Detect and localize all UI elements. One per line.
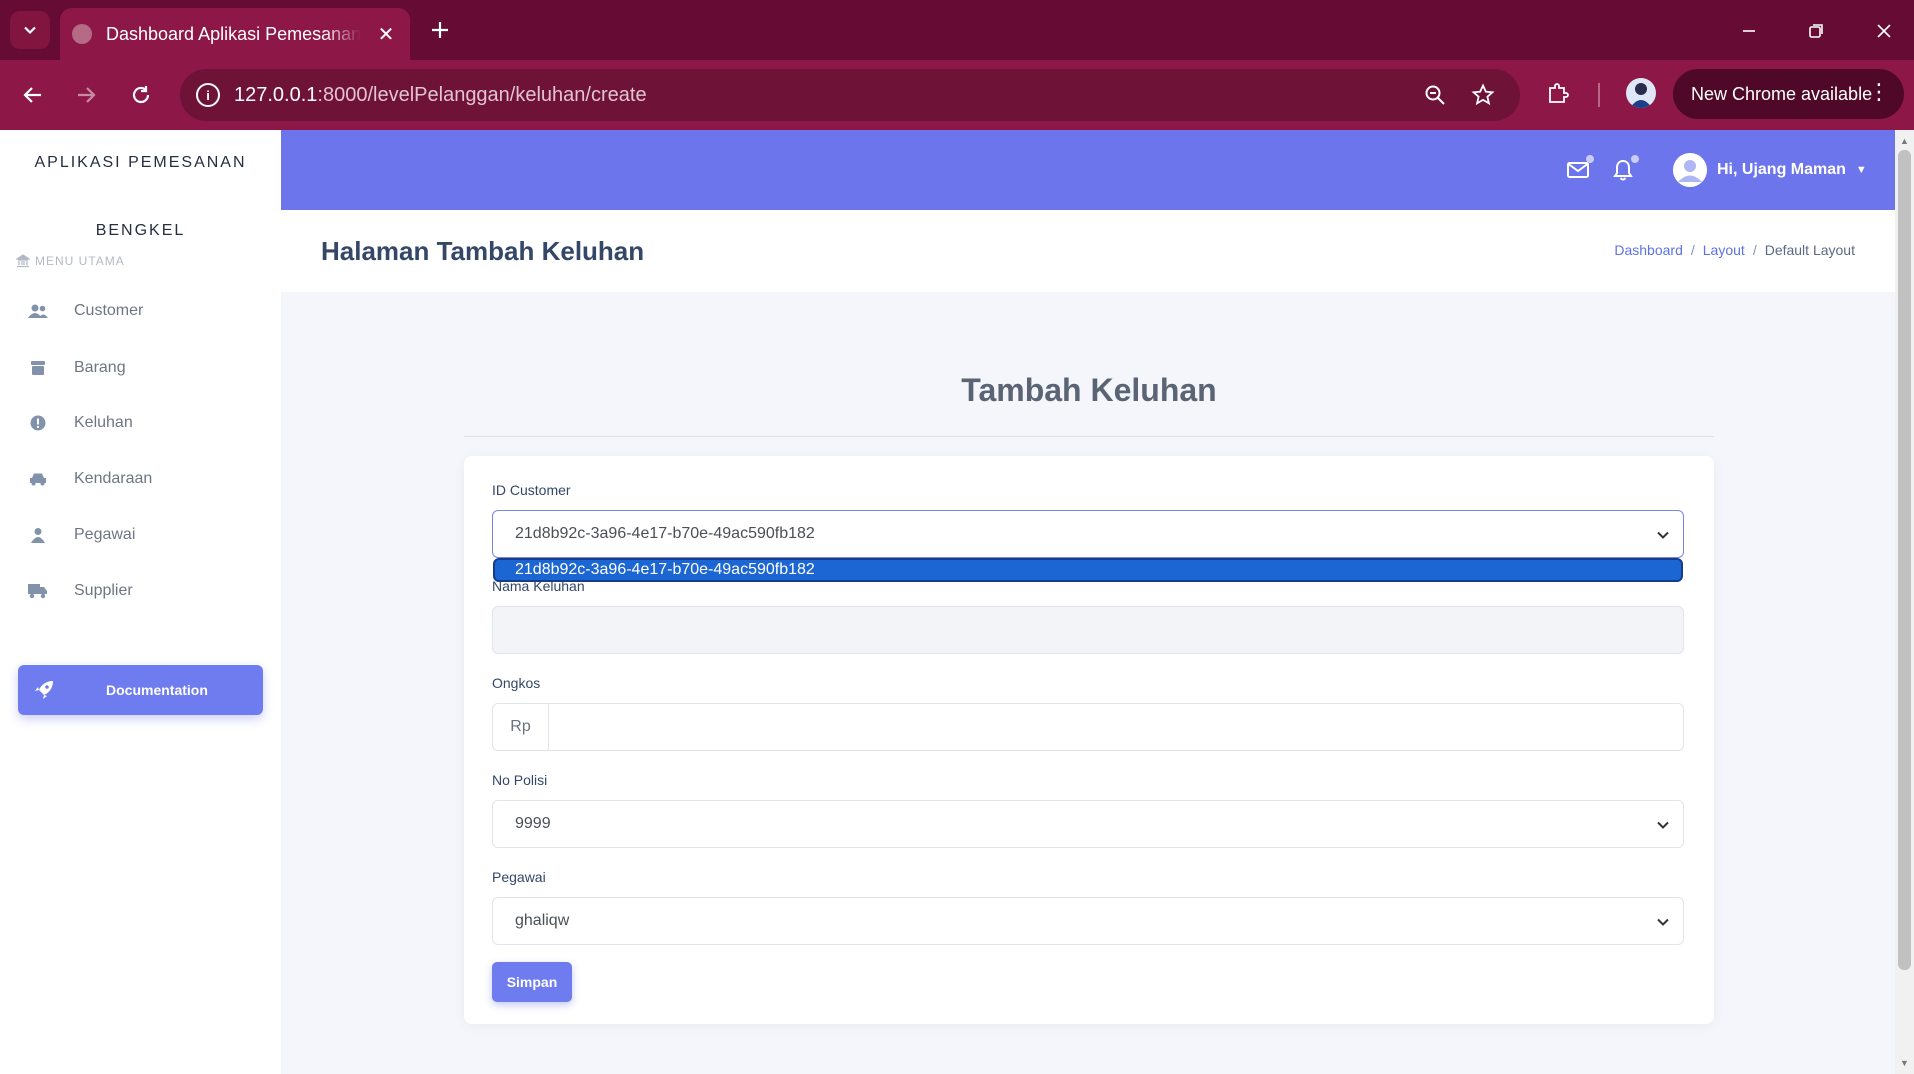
breadcrumb-dashboard[interactable]: Dashboard xyxy=(1614,242,1683,258)
url-path: :8000/levelPelanggan/keluhan/create xyxy=(317,83,647,106)
form-heading: Tambah Keluhan xyxy=(961,372,1217,408)
sidebar-item-customer[interactable]: Customer xyxy=(0,291,281,331)
form-card: ID Customer 21d8b92c-3a96-4e17-b70e-49ac… xyxy=(464,456,1714,1024)
chevron-down-icon xyxy=(1657,821,1669,829)
simpan-button[interactable]: Simpan xyxy=(492,962,572,1002)
car-icon xyxy=(28,469,48,489)
avatar xyxy=(1673,153,1707,187)
documentation-button[interactable]: Documentation xyxy=(18,665,263,715)
page-header: Halaman Tambah Keluhan Dashboard / Layou… xyxy=(281,210,1895,292)
sidebar-item-label: Barang xyxy=(74,359,126,376)
close-icon xyxy=(1877,24,1891,38)
address-bar[interactable]: i 127.0.0.1:8000/levelPelanggan/keluhan/… xyxy=(180,69,1520,121)
chevron-down-icon xyxy=(24,26,36,35)
sidebar-item-label: Keluhan xyxy=(74,414,133,431)
sidebar: APLIKASI PEMESANAN BENGKEL MENU UTAMA Cu… xyxy=(0,130,281,1074)
sidebar-item-label: Kendaraan xyxy=(74,470,153,487)
browser-tab-bar: Dashboard Aplikasi Pemesanan ✕ xyxy=(0,0,1914,60)
breadcrumb: Dashboard / Layout / Default Layout xyxy=(1614,242,1855,258)
arrow-left-icon xyxy=(23,87,41,103)
box-icon xyxy=(28,358,48,378)
restore-button[interactable] xyxy=(1799,14,1833,48)
bookmark-star-icon[interactable] xyxy=(1470,82,1496,108)
chevron-down-icon xyxy=(1657,918,1669,926)
scroll-up-icon[interactable]: ▲ xyxy=(1895,132,1914,150)
currency-prefix: Rp xyxy=(493,704,549,750)
tab-search-button[interactable] xyxy=(10,11,50,49)
id-customer-value: 21d8b92c-3a96-4e17-b70e-49ac590fb182 xyxy=(515,525,815,542)
chevron-down-icon xyxy=(1657,531,1669,539)
id-customer-label: ID Customer xyxy=(492,482,571,498)
profile-avatar[interactable] xyxy=(1626,78,1656,108)
tab-title: Dashboard Aplikasi Pemesanan xyxy=(106,23,361,44)
more-vert-icon[interactable]: ⋮ xyxy=(1868,81,1890,103)
sidebar-item-pegawai[interactable]: Pegawai xyxy=(0,515,281,555)
bell-icon[interactable] xyxy=(1611,155,1639,182)
menu-heading-label: MENU UTAMA xyxy=(35,254,125,268)
toolbar-divider xyxy=(1598,83,1600,107)
notification-badge xyxy=(1631,155,1639,163)
page-title: Halaman Tambah Keluhan xyxy=(321,236,645,266)
sidebar-item-label: Supplier xyxy=(74,582,133,599)
minimize-icon xyxy=(1743,30,1755,32)
restore-icon xyxy=(1809,24,1823,38)
forward-button[interactable] xyxy=(69,78,103,112)
menu-heading: MENU UTAMA xyxy=(16,254,125,268)
top-navbar: Hi, Ujang Maman ▼ xyxy=(281,130,1895,210)
sidebar-item-label: Customer xyxy=(74,302,144,319)
back-button[interactable] xyxy=(16,78,50,112)
scrollbar-thumb[interactable] xyxy=(1898,150,1911,970)
users-icon xyxy=(28,301,48,321)
close-window-button[interactable] xyxy=(1867,14,1901,48)
new-tab-button[interactable] xyxy=(424,14,456,46)
sidebar-item-label: Pegawai xyxy=(74,526,136,543)
id-customer-option[interactable]: 21d8b92c-3a96-4e17-b70e-49ac590fb182 xyxy=(493,558,1683,582)
user-menu[interactable]: Hi, Ujang Maman ▼ xyxy=(1673,150,1867,190)
mail-icon[interactable] xyxy=(1566,155,1594,182)
user-icon xyxy=(28,525,48,545)
breadcrumb-current: Default Layout xyxy=(1764,242,1855,258)
divider xyxy=(464,436,1714,437)
no-polisi-value: 9999 xyxy=(515,815,551,832)
globe-icon xyxy=(72,24,92,44)
ongkos-input[interactable]: Rp xyxy=(492,703,1684,751)
chrome-update-button[interactable]: New Chrome available ⋮ xyxy=(1673,69,1904,119)
nama-keluhan-input[interactable] xyxy=(492,606,1684,654)
url-host: 127.0.0.1 xyxy=(234,83,318,106)
sidebar-item-barang[interactable]: Barang xyxy=(0,348,281,388)
sidebar-item-kendaraan[interactable]: Kendaraan xyxy=(0,459,281,499)
pegawai-select[interactable]: ghaliqw xyxy=(492,897,1684,945)
browser-tab[interactable]: Dashboard Aplikasi Pemesanan ✕ xyxy=(60,8,410,60)
exclamation-circle-icon xyxy=(28,413,48,433)
pegawai-label: Pegawai xyxy=(492,869,546,885)
no-polisi-label: No Polisi xyxy=(492,772,548,788)
truck-icon xyxy=(28,581,48,601)
plus-icon xyxy=(432,22,448,38)
no-polisi-select[interactable]: 9999 xyxy=(492,800,1684,848)
sidebar-item-keluhan[interactable]: Keluhan xyxy=(0,403,281,443)
arrow-right-icon xyxy=(78,87,96,103)
update-label: New Chrome available xyxy=(1691,83,1873,104)
caret-down-icon: ▼ xyxy=(1855,164,1867,176)
rocket-icon xyxy=(34,680,58,700)
extensions-icon[interactable] xyxy=(1543,78,1573,108)
minimize-button[interactable] xyxy=(1732,14,1766,48)
bank-icon xyxy=(16,254,30,268)
documentation-label: Documentation xyxy=(106,682,208,698)
info-icon[interactable]: i xyxy=(196,83,220,107)
brand-subtitle: BENGKEL xyxy=(95,222,186,239)
user-greeting: Hi, Ujang Maman xyxy=(1717,161,1846,178)
id-customer-select[interactable]: 21d8b92c-3a96-4e17-b70e-49ac590fb182 xyxy=(492,510,1684,558)
scroll-down-icon[interactable]: ▼ xyxy=(1895,1054,1914,1072)
ongkos-label: Ongkos xyxy=(492,675,541,691)
reload-icon xyxy=(132,86,150,104)
brand-title: APLIKASI PEMESANAN xyxy=(34,154,247,171)
mail-badge xyxy=(1586,155,1594,163)
breadcrumb-layout[interactable]: Layout xyxy=(1703,242,1745,258)
reload-button[interactable] xyxy=(124,78,158,112)
sidebar-item-supplier[interactable]: Supplier xyxy=(0,571,281,611)
zoom-icon[interactable] xyxy=(1422,82,1448,108)
pegawai-value: ghaliqw xyxy=(515,912,570,929)
close-icon[interactable]: ✕ xyxy=(374,22,398,47)
